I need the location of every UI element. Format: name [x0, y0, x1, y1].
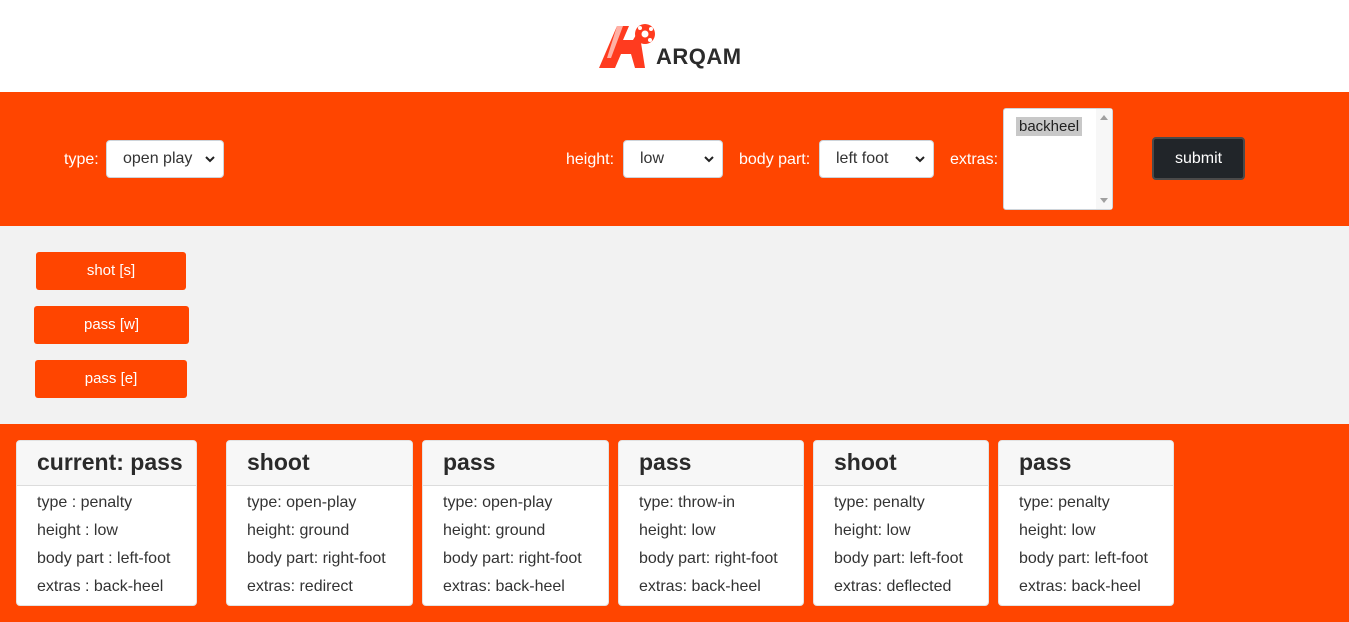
card-type: type: penalty [1019, 494, 1110, 511]
body-part-label: body part: [739, 151, 811, 168]
height-select-value: low [640, 150, 665, 167]
chevron-down-icon [205, 156, 215, 163]
extras-listbox[interactable]: backheel [1003, 108, 1113, 210]
card-height: height: low [834, 522, 911, 539]
chevron-down-icon [915, 156, 925, 163]
type-label: type: [64, 151, 99, 168]
card-height: height: low [1019, 522, 1096, 539]
card-title: pass [619, 441, 803, 486]
event-card: pass type: penalty height: low body part… [998, 440, 1174, 606]
event-history: current: pass type : penalty height : lo… [0, 424, 1349, 622]
extras-label: extras: [950, 151, 999, 168]
card-body-part: body part: left-foot [834, 550, 963, 567]
card-extras: extras: back-heel [1019, 578, 1141, 595]
event-card: pass type: open-play height: ground body… [422, 440, 609, 606]
body-part-select[interactable]: left foot [819, 140, 934, 178]
height-label: height: [566, 151, 615, 168]
card-height: height: ground [443, 522, 546, 539]
type-select-value: open play [123, 150, 193, 167]
event-card: shoot type: open-play height: ground bod… [226, 440, 413, 606]
card-title: pass [999, 441, 1173, 486]
card-height: height: low [639, 522, 716, 539]
card-type: type: open-play [443, 494, 553, 511]
event-card: shoot type: penalty height: low body par… [813, 440, 989, 606]
arqam-logo: ARQAM [599, 20, 759, 72]
card-extras: extras: back-heel [443, 578, 565, 595]
card-extras: extras: deflected [834, 578, 952, 595]
body-part-select-value: left foot [836, 150, 889, 167]
height-select[interactable]: low [623, 140, 723, 178]
logo-text: ARQAM [656, 44, 742, 69]
scroll-up-icon[interactable] [1100, 115, 1108, 120]
listbox-scrollbar[interactable] [1096, 109, 1112, 209]
card-type: type: throw-in [639, 494, 736, 511]
chevron-down-icon [704, 156, 714, 163]
card-type: type: open-play [247, 494, 357, 511]
card-height: height : low [37, 522, 118, 539]
event-card: pass type: throw-in height: low body par… [618, 440, 804, 606]
card-type: type : penalty [37, 494, 133, 511]
current-event-card: current: pass type : penalty height : lo… [16, 440, 197, 606]
arqam-logo-icon [599, 24, 655, 68]
pass-w-button[interactable]: pass [w] [34, 306, 189, 344]
card-extras: extras: redirect [247, 578, 353, 595]
shot-button[interactable]: shot [s] [36, 252, 186, 290]
submit-button[interactable]: submit [1152, 137, 1245, 180]
pass-e-button[interactable]: pass [e] [35, 360, 187, 398]
extras-option-selected[interactable]: backheel [1016, 117, 1083, 136]
card-title: current: pass [17, 441, 196, 486]
event-form: type: open play height: low body part: l… [0, 92, 1349, 226]
card-type: type: penalty [834, 494, 925, 511]
card-title: shoot [227, 441, 412, 486]
card-title: pass [423, 441, 608, 486]
card-body-part: body part: right-foot [639, 550, 778, 567]
card-body-part: body part : left-foot [37, 550, 171, 567]
card-height: height: ground [247, 522, 350, 539]
card-body-part: body part: right-foot [443, 550, 582, 567]
header: ARQAM [0, 0, 1349, 92]
card-extras: extras: back-heel [639, 578, 761, 595]
type-select[interactable]: open play [106, 140, 224, 178]
card-title: shoot [814, 441, 988, 486]
card-extras: extras : back-heel [37, 578, 164, 595]
action-panel: shot [s] pass [w] pass [e] [0, 226, 1349, 424]
card-body-part: body part: right-foot [247, 550, 386, 567]
scroll-down-icon[interactable] [1100, 198, 1108, 203]
card-body-part: body part: left-foot [1019, 550, 1148, 567]
